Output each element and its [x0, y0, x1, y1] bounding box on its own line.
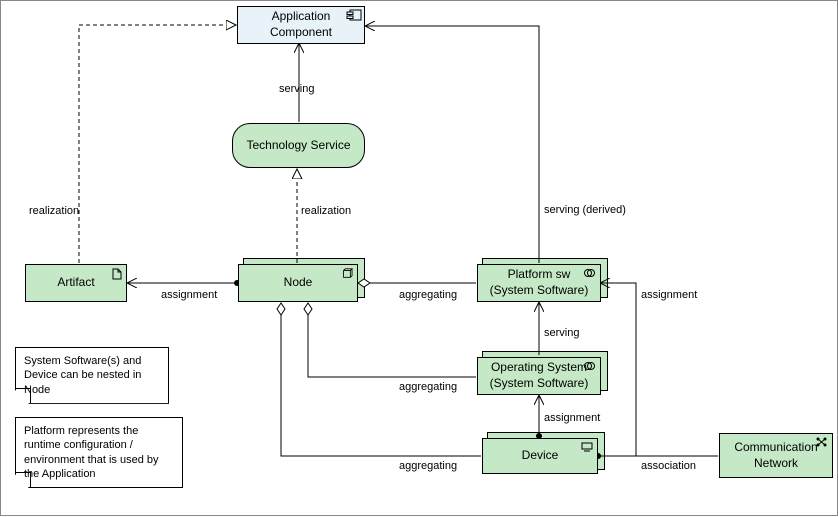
node-label: Communication Network [734, 440, 817, 471]
label-aggregating: aggregating [399, 381, 457, 393]
label-assignment: assignment [641, 289, 697, 301]
artifact[interactable]: Artifact [25, 264, 127, 302]
label-realization: realization [29, 205, 79, 217]
label-serving: serving [544, 327, 579, 339]
technology-service[interactable]: Technology Service [232, 123, 365, 168]
communication-network[interactable]: Communication Network [719, 433, 833, 478]
label-assignment: assignment [161, 289, 217, 301]
label-realization: realization [301, 205, 351, 217]
note-platform: Platform represents the runtime configur… [15, 417, 183, 488]
label-aggregating: aggregating [399, 289, 457, 301]
application-component[interactable]: Application Component [237, 6, 365, 44]
node-label: Platform sw (System Software) [490, 267, 589, 298]
node-label: Application Component [270, 9, 332, 40]
node-label: Technology Service [246, 138, 350, 154]
component-icon [346, 9, 362, 21]
system-software-icon [584, 268, 596, 278]
label-assignment: assignment [544, 412, 600, 424]
label-serving-derived: serving (derived) [544, 204, 626, 216]
label-serving: serving [279, 83, 314, 95]
device-icon [581, 442, 593, 452]
node-icon [341, 268, 353, 280]
node-label: Artifact [57, 275, 94, 291]
node-label: Operating System (System Software) [490, 360, 589, 391]
device[interactable]: Device [482, 438, 598, 474]
node-label: Node [284, 275, 313, 291]
platform-sw[interactable]: Platform sw (System Software) [477, 264, 601, 302]
label-aggregating: aggregating [399, 460, 457, 472]
operating-system[interactable]: Operating System (System Software) [477, 357, 601, 395]
network-icon [816, 437, 828, 447]
node[interactable]: Node [238, 264, 358, 302]
note-nested: System Software(s) and Device can be nes… [15, 347, 169, 404]
system-software-icon [584, 361, 596, 371]
artifact-icon [112, 268, 122, 280]
node-label: Device [522, 448, 559, 464]
label-association: association [641, 460, 696, 472]
